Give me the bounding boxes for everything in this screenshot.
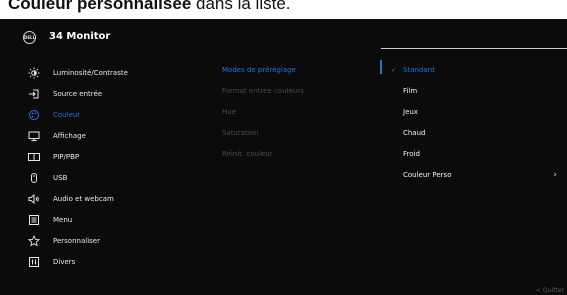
menu-label: Affichage	[53, 132, 86, 140]
audio-webcam-icon	[28, 193, 40, 205]
menu-label: Source entrée	[53, 90, 103, 98]
menu-item-menu[interactable]: Menu	[28, 212, 72, 228]
quit-button[interactable]: < Quitter	[536, 287, 564, 294]
submenu-item-hue[interactable]: Hue	[222, 105, 236, 119]
menu-item-usb[interactable]: USB	[28, 170, 67, 186]
menu-label: Divers	[53, 258, 76, 266]
option-jeux[interactable]: Jeux	[403, 105, 563, 119]
display-icon	[28, 130, 40, 142]
misc-icon	[28, 256, 40, 268]
osd-header: DELL 34 Monitor	[0, 19, 567, 54]
monitor-title: 34 Monitor	[49, 31, 111, 42]
input-source-icon	[28, 88, 40, 100]
menu-label: USB	[53, 174, 68, 182]
menu-item-audio-webcam[interactable]: Audio et webcam	[28, 191, 114, 207]
option-standard[interactable]: Standard	[403, 63, 563, 77]
menu-label: Luminosité/Contraste	[53, 69, 128, 77]
checkmark-icon: ✓	[391, 66, 397, 74]
pip-pbp-icon	[28, 151, 40, 163]
selection-indicator	[380, 60, 382, 74]
submenu-item-reset-color[interactable]: Réinit. couleur	[222, 147, 273, 161]
menu-item-pip-pbp[interactable]: PIP/PBP	[28, 149, 79, 165]
option-label: Couleur Perso	[403, 171, 452, 179]
menu-item-personalize[interactable]: Personnaliser	[28, 233, 100, 249]
dell-logo: DELL	[23, 31, 36, 44]
menu-item-color[interactable]: Couleur	[28, 107, 80, 123]
menu-item-misc[interactable]: Divers	[28, 254, 75, 270]
heading-rest-text: dans la liste.	[191, 0, 291, 13]
star-icon	[28, 235, 40, 247]
menu-item-brightness-contrast[interactable]: Luminosité/Contraste	[28, 65, 128, 81]
usb-icon	[28, 172, 40, 184]
brightness-icon	[28, 67, 40, 79]
option-couleur-perso[interactable]: Couleur Perso ›	[403, 168, 563, 182]
menu-item-input-source[interactable]: Source entrée	[28, 86, 102, 102]
menu-label: Menu	[53, 216, 73, 224]
menu-label: Couleur	[53, 111, 81, 119]
menu-item-display[interactable]: Affichage	[28, 128, 86, 144]
document-heading: Couleur personnalisée dans la liste.	[8, 0, 291, 15]
option-film[interactable]: Film	[403, 84, 563, 98]
submenu-item-preset-modes[interactable]: Modes de préréglage	[222, 63, 296, 77]
color-icon	[28, 109, 40, 121]
menu-label: Personnaliser	[53, 237, 100, 245]
menu-label: PIP/PBP	[53, 153, 80, 161]
heading-bold-text: Couleur personnalisée	[8, 0, 192, 13]
option-froid[interactable]: Froid	[403, 147, 563, 161]
menu-label: Audio et webcam	[53, 195, 114, 203]
chevron-right-icon: ›	[553, 170, 557, 180]
menu-icon	[28, 214, 40, 226]
submenu-item-saturation[interactable]: Saturation	[222, 126, 259, 140]
option-chaud[interactable]: Chaud	[403, 126, 563, 140]
header-divider	[381, 48, 567, 49]
submenu-item-input-color-format[interactable]: Format entrée couleurs	[222, 84, 304, 98]
osd-panel: DELL 34 Monitor Luminosité/Contraste Sou…	[0, 19, 567, 295]
